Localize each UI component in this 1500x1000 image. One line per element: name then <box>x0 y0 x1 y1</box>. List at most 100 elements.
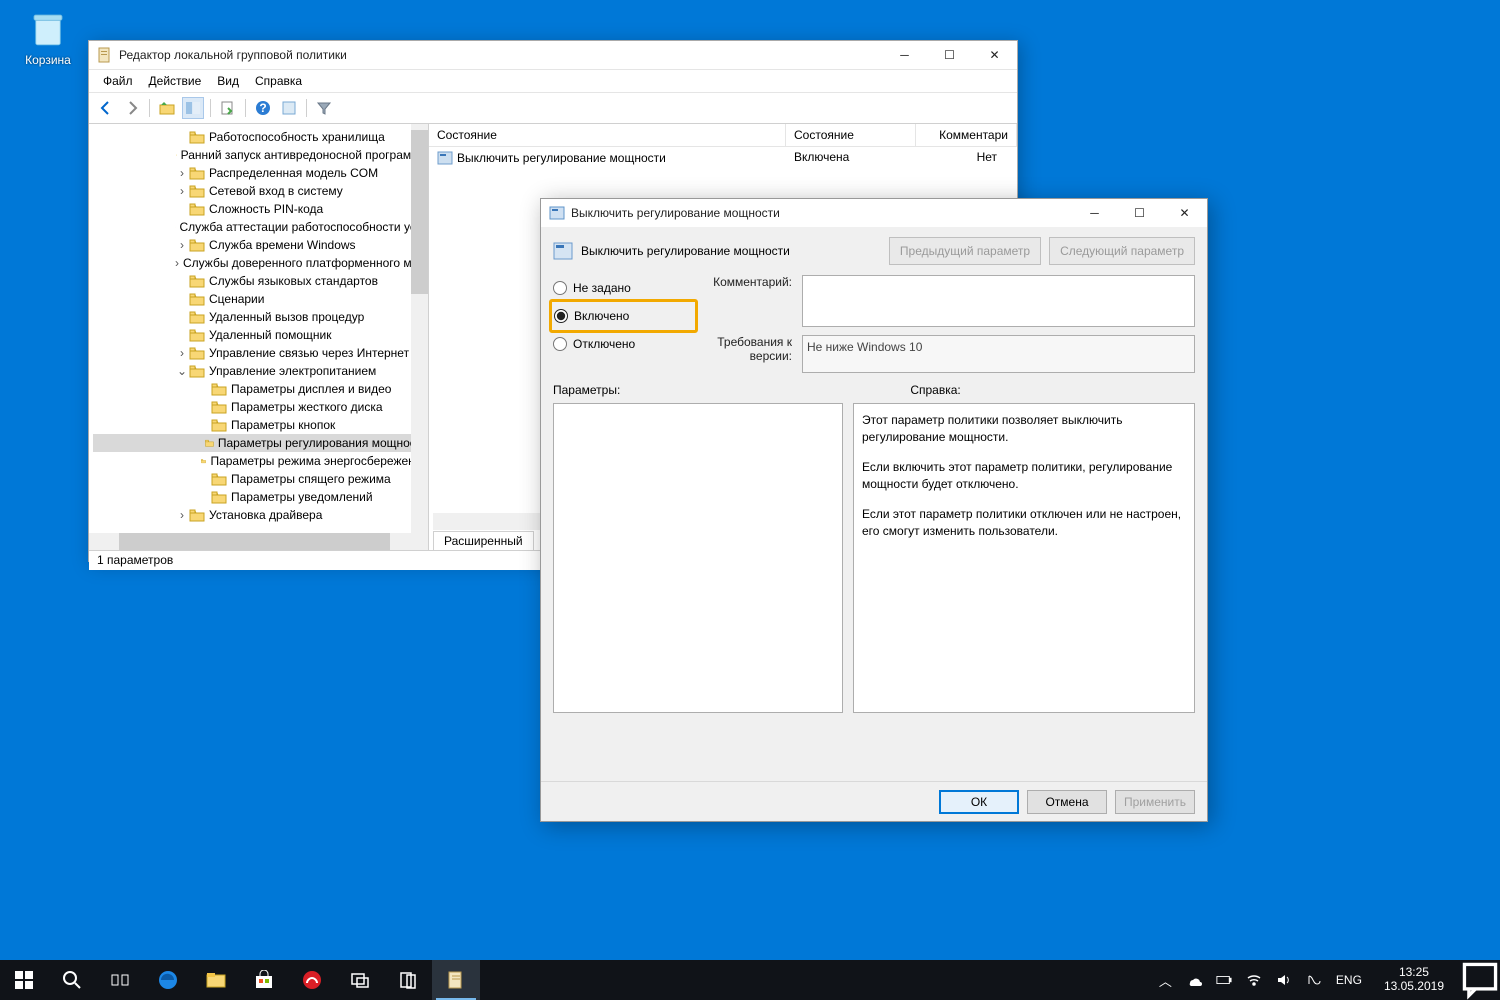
expander-icon[interactable]: › <box>175 166 189 180</box>
radio-disabled[interactable]: Отключено <box>553 331 683 357</box>
gpedit-menubar: Файл Действие Вид Справка <box>89 69 1017 92</box>
expander-icon[interactable]: › <box>175 238 189 252</box>
taskbar-app-1[interactable] <box>336 960 384 1000</box>
list-header[interactable]: Состояние Состояние Комментари <box>429 124 1017 147</box>
help-box[interactable]: Этот параметр политики позволяет выключи… <box>853 403 1195 713</box>
menu-help[interactable]: Справка <box>249 72 308 90</box>
apply-button[interactable]: Применить <box>1115 790 1195 814</box>
tree-item[interactable]: Сложность PIN-кода <box>93 200 428 218</box>
expander-icon[interactable]: › <box>175 508 189 522</box>
tree-item[interactable]: Параметры дисплея и видео <box>93 380 428 398</box>
params-box <box>553 403 843 713</box>
wifi-icon[interactable] <box>1246 972 1262 988</box>
tree-item[interactable]: Параметры кнопок <box>93 416 428 434</box>
col-state[interactable]: Состояние <box>786 124 916 146</box>
explorer-icon[interactable] <box>192 960 240 1000</box>
back-button[interactable] <box>95 97 117 119</box>
start-button[interactable] <box>0 960 48 1000</box>
cancel-button[interactable]: Отмена <box>1027 790 1107 814</box>
volume-icon[interactable] <box>1276 972 1292 988</box>
export-button[interactable] <box>217 97 239 119</box>
dlg-minimize-button[interactable]: ─ <box>1072 199 1117 227</box>
comment-textarea[interactable] <box>802 275 1195 327</box>
minimize-button[interactable]: ─ <box>882 41 927 69</box>
dialog-titlebar[interactable]: Выключить регулирование мощности ─ ☐ ✕ <box>541 199 1207 227</box>
policy-dialog: Выключить регулирование мощности ─ ☐ ✕ В… <box>540 198 1208 822</box>
tree-item[interactable]: Службы языковых стандартов <box>93 272 428 290</box>
tree-item[interactable]: Служба аттестации работоспособности устр <box>93 218 428 236</box>
dialog-footer: ОК Отмена Применить <box>541 781 1207 821</box>
radio-not-configured[interactable]: Не задано <box>553 275 683 301</box>
recycle-bin[interactable]: Корзина <box>18 8 78 67</box>
col-name[interactable]: Состояние <box>429 124 786 146</box>
tree-item[interactable]: Удаленный вызов процедур <box>93 308 428 326</box>
adobe-cc-icon[interactable] <box>288 960 336 1000</box>
expander-icon[interactable]: ⌄ <box>175 364 189 378</box>
prev-setting-button[interactable]: Предыдущий параметр <box>889 237 1041 265</box>
properties-button[interactable] <box>278 97 300 119</box>
version-label: Требования к версии: <box>701 335 792 373</box>
search-button[interactable] <box>48 960 96 1000</box>
list-row[interactable]: Выключить регулирование мощности Включен… <box>429 147 1017 169</box>
tree-item[interactable]: ›Распределенная модель COM <box>93 164 428 182</box>
tree-item[interactable]: Параметры режима энергосбережения <box>93 452 428 470</box>
ok-button[interactable]: ОК <box>939 790 1019 814</box>
language-indicator[interactable]: ENG <box>1336 973 1362 987</box>
tree-item[interactable]: Работоспособность хранилища <box>93 128 428 146</box>
up-button[interactable] <box>156 97 178 119</box>
tree-item[interactable]: ›Сетевой вход в систему <box>93 182 428 200</box>
tree-item[interactable]: ›Установка драйвера <box>93 506 428 524</box>
tree-item[interactable]: ⌄Управление электропитанием <box>93 362 428 380</box>
tree-pane[interactable]: Работоспособность хранилищаРанний запуск… <box>89 124 429 550</box>
recycle-bin-icon <box>27 8 69 50</box>
expander-icon[interactable]: › <box>175 256 179 270</box>
tree-item[interactable]: ›Служба времени Windows <box>93 236 428 254</box>
system-tray: ︿ ENG 13:25 13.05.2019 <box>1159 966 1460 994</box>
gpedit-titlebar[interactable]: Редактор локальной групповой политики ─ … <box>89 41 1017 69</box>
filter-button[interactable] <box>313 97 335 119</box>
tree-hscrollbar[interactable] <box>89 533 428 550</box>
edge-icon[interactable] <box>144 960 192 1000</box>
next-setting-button[interactable]: Следующий параметр <box>1049 237 1195 265</box>
tree-item[interactable]: Удаленный помощник <box>93 326 428 344</box>
tree-vscrollbar[interactable] <box>411 124 428 533</box>
show-hide-tree-button[interactable] <box>182 97 204 119</box>
help-label: Справка: <box>910 383 960 397</box>
setting-icon <box>437 150 453 166</box>
close-button[interactable]: ✕ <box>972 41 1017 69</box>
tree-item[interactable]: ›Управление связью через Интернет <box>93 344 428 362</box>
tree-item[interactable]: Параметры регулирования мощности <box>93 434 428 452</box>
tab-extended[interactable]: Расширенный <box>433 531 534 550</box>
onedrive-icon[interactable] <box>1186 972 1202 988</box>
radio-enabled[interactable]: Включено <box>554 303 629 329</box>
tree-item[interactable]: Сценарии <box>93 290 428 308</box>
tree-item[interactable]: Ранний запуск антивредоносной программы <box>93 146 428 164</box>
col-comment[interactable]: Комментари <box>916 124 1017 146</box>
recycle-bin-label: Корзина <box>18 53 78 67</box>
taskbar-app-2[interactable] <box>384 960 432 1000</box>
taskbar-gpedit[interactable] <box>432 960 480 1000</box>
task-view-button[interactable] <box>96 960 144 1000</box>
tree-item[interactable]: Параметры спящего режима <box>93 470 428 488</box>
gpedit-title: Редактор локальной групповой политики <box>119 48 882 62</box>
expander-icon[interactable]: › <box>175 346 189 360</box>
action-center-button[interactable] <box>1460 960 1500 1000</box>
help-button[interactable]: ? <box>252 97 274 119</box>
tree-item[interactable]: Параметры уведомлений <box>93 488 428 506</box>
dlg-close-button[interactable]: ✕ <box>1162 199 1207 227</box>
tree-item[interactable]: ›Службы доверенного платформенного моду <box>93 254 428 272</box>
clock[interactable]: 13:25 13.05.2019 <box>1376 966 1452 994</box>
dlg-maximize-button[interactable]: ☐ <box>1117 199 1162 227</box>
menu-view[interactable]: Вид <box>211 72 245 90</box>
menu-action[interactable]: Действие <box>143 72 208 90</box>
store-icon[interactable] <box>240 960 288 1000</box>
dialog-head-icon <box>553 241 573 261</box>
maximize-button[interactable]: ☐ <box>927 41 972 69</box>
expander-icon[interactable]: › <box>175 184 189 198</box>
forward-button[interactable] <box>121 97 143 119</box>
tree-item[interactable]: Параметры жесткого диска <box>93 398 428 416</box>
battery-icon[interactable] <box>1216 972 1232 988</box>
keyboard-layout-icon[interactable] <box>1306 972 1322 988</box>
tray-expand-icon[interactable]: ︿ <box>1159 971 1172 990</box>
menu-file[interactable]: Файл <box>97 72 139 90</box>
